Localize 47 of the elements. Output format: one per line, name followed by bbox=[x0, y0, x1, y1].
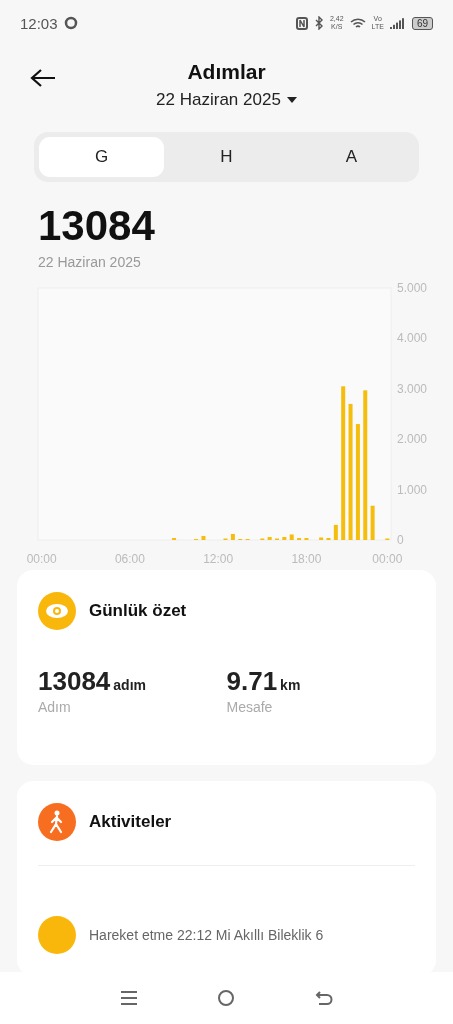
clock: 12:03 bbox=[20, 14, 58, 32]
nfc-icon bbox=[295, 16, 308, 30]
eye-icon bbox=[38, 592, 76, 630]
y-tick-label: 5.000 bbox=[397, 281, 428, 295]
x-tick-label: 00:00 bbox=[26, 552, 57, 566]
y-tick-label: 4.000 bbox=[397, 331, 428, 346]
chart-bar bbox=[230, 533, 235, 540]
x-tick-label: 18:00 bbox=[291, 552, 322, 566]
date-selector[interactable]: 22 Haziran 2025 bbox=[156, 90, 281, 110]
y-tick-label: 3.000 bbox=[397, 381, 428, 396]
bluetooth-icon bbox=[313, 16, 324, 30]
wifi-icon bbox=[349, 16, 366, 30]
chart-bar bbox=[267, 537, 272, 540]
stat-label: Adım bbox=[38, 699, 72, 715]
period-tab[interactable]: A bbox=[289, 137, 414, 177]
x-tick-label: 00:00 bbox=[372, 552, 403, 566]
dropdown-caret-icon[interactable] bbox=[286, 97, 297, 103]
page-title: Adımlar bbox=[187, 60, 266, 84]
y-tick-label: 2.000 bbox=[397, 432, 428, 447]
y-tick-label: 0 bbox=[397, 533, 404, 547]
period-tab[interactable]: H bbox=[164, 137, 289, 177]
chart-bar bbox=[333, 524, 338, 540]
signal-icon bbox=[389, 17, 406, 29]
walking-person-icon bbox=[38, 803, 76, 841]
home-icon[interactable] bbox=[217, 989, 236, 1007]
battery-icon: 69 bbox=[411, 16, 433, 30]
stat-label: Mesafe bbox=[226, 699, 274, 715]
menu-icon[interactable] bbox=[119, 990, 138, 1006]
chart-bar bbox=[289, 534, 294, 540]
card-title: Aktiviteler bbox=[89, 812, 172, 832]
chart-bar bbox=[319, 537, 324, 540]
card-title: Günlük özet bbox=[89, 601, 187, 621]
stat-value: 13084 adım bbox=[38, 666, 147, 697]
chart-bar bbox=[370, 505, 375, 540]
activity-text[interactable]: Hareket etme 22:12 Mi Akıllı Bileklik 6 bbox=[89, 927, 324, 943]
chart-bar bbox=[201, 535, 206, 540]
back-arrow-icon[interactable] bbox=[30, 68, 56, 88]
back-icon[interactable] bbox=[315, 990, 334, 1006]
ring-icon bbox=[63, 16, 78, 30]
x-tick-label: 06:00 bbox=[114, 552, 145, 566]
period-tab[interactable]: G bbox=[39, 137, 164, 177]
stat-value: 9.71 km bbox=[226, 666, 302, 697]
total-date: 22 Haziran 2025 bbox=[38, 254, 142, 270]
step-total: 13084 bbox=[38, 202, 156, 250]
x-tick-label: 12:00 bbox=[203, 552, 234, 566]
chart-bar bbox=[282, 537, 287, 540]
y-tick-label: 1.000 bbox=[397, 482, 428, 497]
